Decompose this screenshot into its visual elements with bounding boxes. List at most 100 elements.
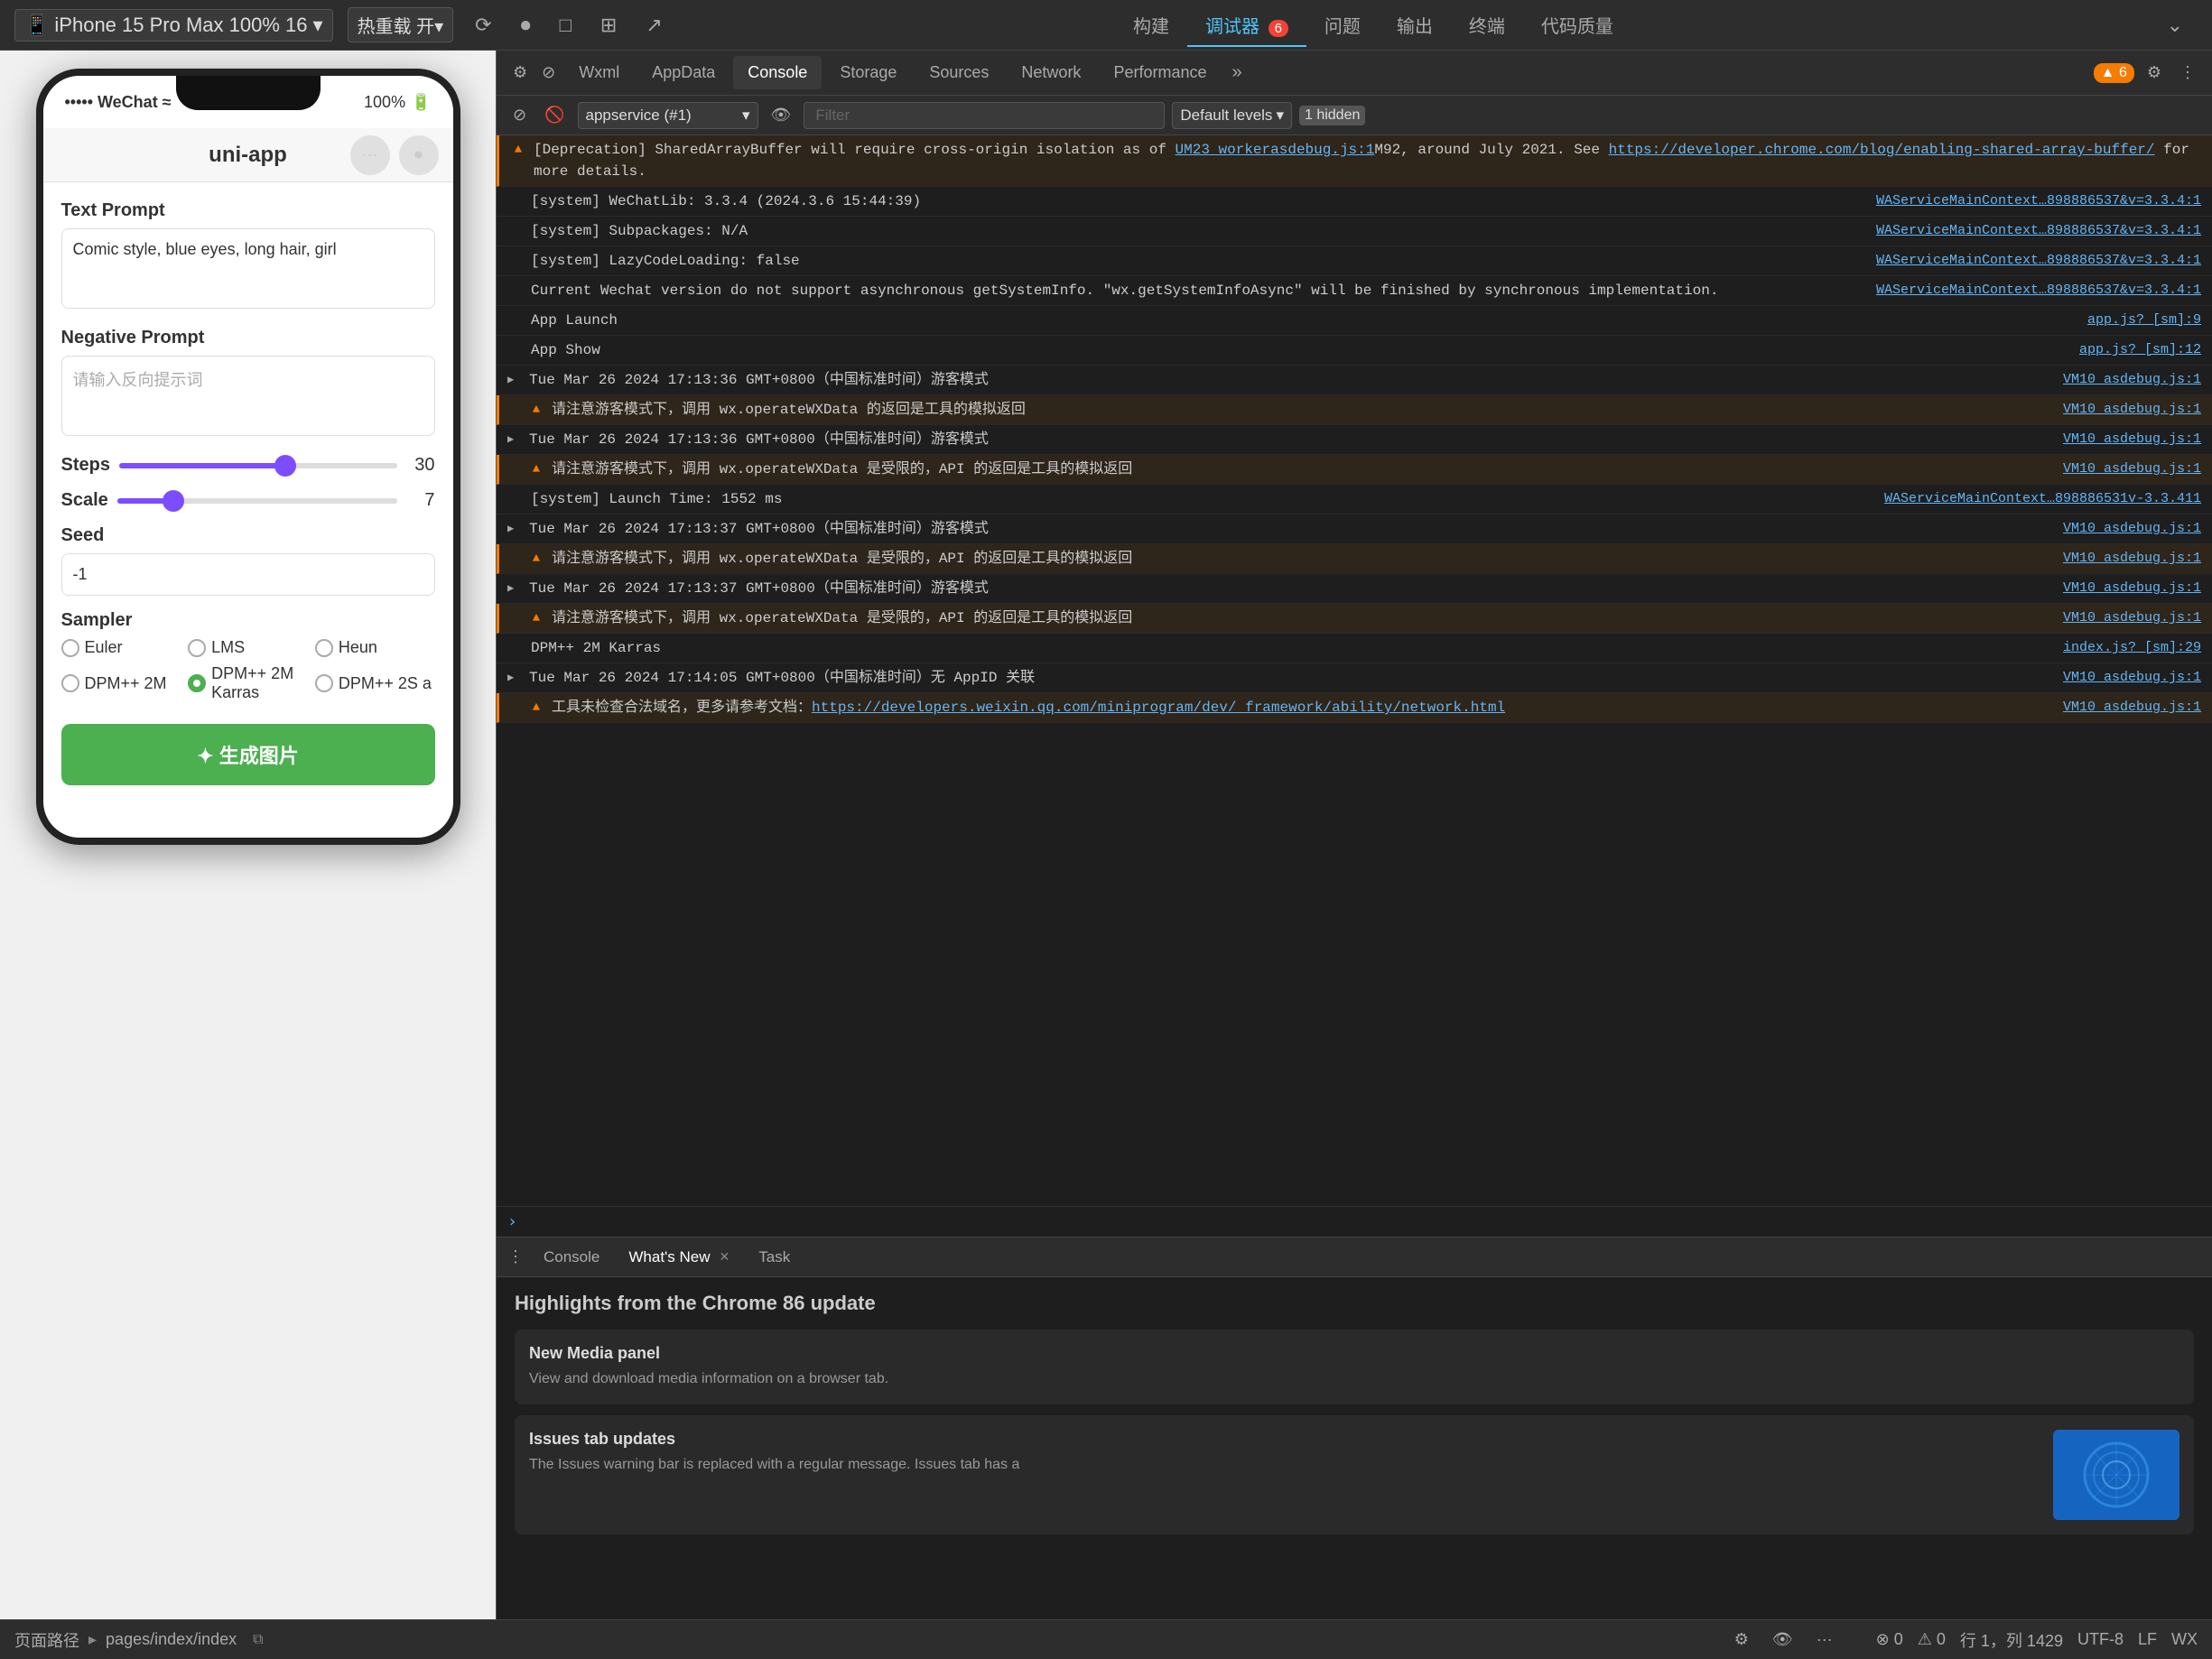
log-link[interactable]: https://developers.weixin.qq.com/minipro… bbox=[812, 700, 1505, 716]
path-more-icon[interactable]: ··· bbox=[1809, 1627, 1840, 1653]
warning-count: ⚠ 0 bbox=[1918, 1630, 1946, 1649]
sampler-dpm2s-radio[interactable] bbox=[315, 674, 333, 692]
path-eye-icon[interactable]: 👁 bbox=[1765, 1627, 1800, 1653]
tab-console[interactable]: Console bbox=[733, 56, 822, 89]
tab-performance[interactable]: Performance bbox=[1099, 56, 1221, 89]
devtools-menu-icon[interactable]: ⋮ bbox=[2174, 60, 2201, 86]
negative-prompt-input[interactable] bbox=[61, 356, 435, 436]
log-source-link[interactable]: VM10 asdebug.js:1 bbox=[2063, 402, 2201, 417]
log-entry-17[interactable]: ▶Tue Mar 26 2024 17:14:05 GMT+0800（中国标准时… bbox=[497, 663, 2212, 693]
path-settings-icon[interactable]: ⚙ bbox=[1727, 1627, 1756, 1653]
log-link[interactable]: UM23 workerasdebug.js:1 bbox=[1176, 142, 1375, 158]
sampler-dpm2m-radio[interactable] bbox=[61, 674, 79, 692]
hotreload-button[interactable]: 热重载 开▾ bbox=[348, 7, 454, 42]
console-log-area[interactable]: ▲[Deprecation] SharedArrayBuffer will re… bbox=[497, 135, 2212, 1206]
bottom-tab-task[interactable]: Task bbox=[746, 1243, 803, 1272]
tab-issues[interactable]: 问题 bbox=[1306, 5, 1379, 47]
more-options-button[interactable]: ··· bbox=[350, 135, 390, 175]
log-source-link[interactable]: WAServiceMainContext…898886537&v=3.3.4:1 bbox=[1876, 223, 2201, 238]
log-source-link[interactable]: VM10 asdebug.js:1 bbox=[2063, 670, 2201, 685]
tab-terminal[interactable]: 终端 bbox=[1451, 5, 1523, 47]
log-entry-12[interactable]: ▶Tue Mar 26 2024 17:13:37 GMT+0800（中国标准时… bbox=[497, 514, 2212, 544]
scale-row: Scale 7 bbox=[61, 490, 435, 511]
log-entry-7[interactable]: ▶Tue Mar 26 2024 17:13:36 GMT+0800（中国标准时… bbox=[497, 366, 2212, 395]
sampler-dpm2s[interactable]: DPM++ 2S a bbox=[315, 664, 435, 702]
log-source-link[interactable]: VM10 asdebug.js:1 bbox=[2063, 700, 2201, 715]
more-tabs-button[interactable]: » bbox=[1224, 59, 1249, 87]
tab-debugger[interactable]: 调试器 6 bbox=[1187, 5, 1306, 47]
update-card-media-desc: View and download media information on a… bbox=[529, 1368, 2179, 1390]
text-prompt-input[interactable]: Comic style, blue eyes, long hair, girl bbox=[61, 228, 435, 309]
record-nav-button[interactable]: ⏺ bbox=[399, 135, 439, 175]
log-source-link[interactable]: index.js? [sm]:29 bbox=[2063, 640, 2201, 655]
log-source-link[interactable]: VM10 asdebug.js:1 bbox=[2063, 551, 2201, 566]
refresh-button[interactable]: ⟳ bbox=[468, 10, 498, 41]
tab-build[interactable]: 构建 bbox=[1115, 5, 1187, 47]
log-source-link[interactable]: VM10 asdebug.js:1 bbox=[2063, 610, 2201, 626]
log-extra-link[interactable]: https://developer.chrome.com/blog/enabli… bbox=[1609, 142, 2155, 158]
log-source-link[interactable]: VM10 asdebug.js:1 bbox=[2063, 372, 2201, 387]
sampler-heun[interactable]: Heun bbox=[315, 638, 435, 657]
tab-code-quality[interactable]: 代码质量 bbox=[1523, 5, 1631, 47]
sampler-dpm2m-karras-radio[interactable] bbox=[188, 674, 206, 692]
tab-output[interactable]: 输出 bbox=[1379, 5, 1451, 47]
log-source-link[interactable]: WAServiceMainContext…898886531v-3.3.411 bbox=[1884, 491, 2201, 506]
log-source-link[interactable]: VM10 asdebug.js:1 bbox=[2063, 461, 2201, 477]
bottom-tabs-menu-icon[interactable]: ⋮ bbox=[507, 1247, 524, 1266]
filter-input[interactable] bbox=[804, 102, 1165, 129]
tab-storage[interactable]: Storage bbox=[825, 56, 911, 89]
log-source: app.js? [sm]:9 bbox=[2087, 312, 2201, 328]
console-prompt-icon: › bbox=[507, 1212, 517, 1231]
sampler-euler[interactable]: Euler bbox=[61, 638, 181, 657]
console-eye-icon[interactable]: 👁 bbox=[766, 102, 797, 128]
record-button[interactable]: ⏺ bbox=[514, 10, 538, 41]
steps-thumb[interactable] bbox=[274, 455, 296, 477]
level-selector[interactable]: Default levels ▾ bbox=[1172, 102, 1292, 129]
bottom-tab-close-icon[interactable]: ✕ bbox=[720, 1249, 730, 1265]
log-entry-14[interactable]: ▶Tue Mar 26 2024 17:13:37 GMT+0800（中国标准时… bbox=[497, 574, 2212, 604]
log-source-link[interactable]: VM10 asdebug.js:1 bbox=[2063, 580, 2201, 596]
split-button[interactable]: ⊞ bbox=[593, 10, 624, 41]
tab-appdata[interactable]: AppData bbox=[637, 56, 730, 89]
console-input[interactable] bbox=[525, 1213, 2201, 1230]
cursor-position: 行 1，列 1429 bbox=[1960, 1628, 2063, 1652]
log-text: 请注意游客模式下，调用 wx.operateWXData 的返回是工具的模拟返回 bbox=[552, 399, 2049, 421]
device-selector[interactable]: 📱 iPhone 15 Pro Max 100% 16 ▾ bbox=[14, 9, 333, 42]
bottom-tab-console[interactable]: Console bbox=[531, 1243, 612, 1272]
tab-sources[interactable]: Sources bbox=[915, 56, 1003, 89]
log-source: VM10 asdebug.js:1 bbox=[2063, 580, 2201, 596]
log-source-link[interactable]: VM10 asdebug.js:1 bbox=[2063, 431, 2201, 447]
log-source-link[interactable]: app.js? [sm]:12 bbox=[2079, 342, 2201, 357]
scale-slider[interactable] bbox=[117, 498, 397, 504]
scale-thumb[interactable] bbox=[163, 490, 184, 512]
tab-wxml[interactable]: Wxml bbox=[564, 56, 634, 89]
preview-button[interactable]: ↗ bbox=[638, 10, 669, 41]
tab-network[interactable]: Network bbox=[1007, 56, 1095, 89]
service-selector[interactable]: appservice (#1) ▾ bbox=[578, 102, 758, 129]
log-source-link[interactable]: WAServiceMainContext…898886537&v=3.3.4:1 bbox=[1876, 283, 2201, 298]
copy-path-button[interactable]: ⧉ bbox=[246, 1628, 270, 1652]
main-tabs-expand-icon[interactable]: ⌄ bbox=[2160, 14, 2190, 37]
phone-frame-button[interactable]: □ bbox=[553, 10, 579, 41]
steps-slider[interactable] bbox=[119, 463, 397, 468]
warning-count-badge[interactable]: ▲ 6 bbox=[2094, 63, 2134, 83]
log-source-link[interactable]: VM10 asdebug.js:1 bbox=[2063, 521, 2201, 536]
bottom-tab-whats-new[interactable]: What's New ✕ bbox=[616, 1243, 742, 1272]
sampler-dpm2m[interactable]: DPM++ 2M bbox=[61, 664, 181, 702]
devtools-filter-icon[interactable]: ⊘ bbox=[536, 60, 561, 86]
log-source-link[interactable]: WAServiceMainContext…898886537&v=3.3.4:1 bbox=[1876, 253, 2201, 268]
sampler-dpm2m-karras[interactable]: DPM++ 2M Karras bbox=[188, 664, 308, 702]
sampler-lms[interactable]: LMS bbox=[188, 638, 308, 657]
log-entry-9[interactable]: ▶Tue Mar 26 2024 17:13:36 GMT+0800（中国标准时… bbox=[497, 425, 2212, 455]
console-clear-icon[interactable]: 🚫 bbox=[539, 102, 570, 128]
console-toolbar-icon[interactable]: ⊘ bbox=[507, 102, 532, 128]
sampler-lms-radio[interactable] bbox=[188, 639, 206, 657]
devtools-gear-icon[interactable]: ⚙ bbox=[2142, 60, 2167, 86]
sampler-heun-radio[interactable] bbox=[315, 639, 333, 657]
devtools-settings-icon[interactable]: ⚙ bbox=[507, 60, 533, 86]
sampler-euler-radio[interactable] bbox=[61, 639, 79, 657]
seed-input[interactable] bbox=[61, 553, 435, 596]
log-source-link[interactable]: WAServiceMainContext…898886537&v=3.3.4:1 bbox=[1876, 193, 2201, 209]
generate-button[interactable]: ✦ 生成图片 bbox=[61, 724, 435, 785]
log-source-link[interactable]: app.js? [sm]:9 bbox=[2087, 312, 2201, 328]
